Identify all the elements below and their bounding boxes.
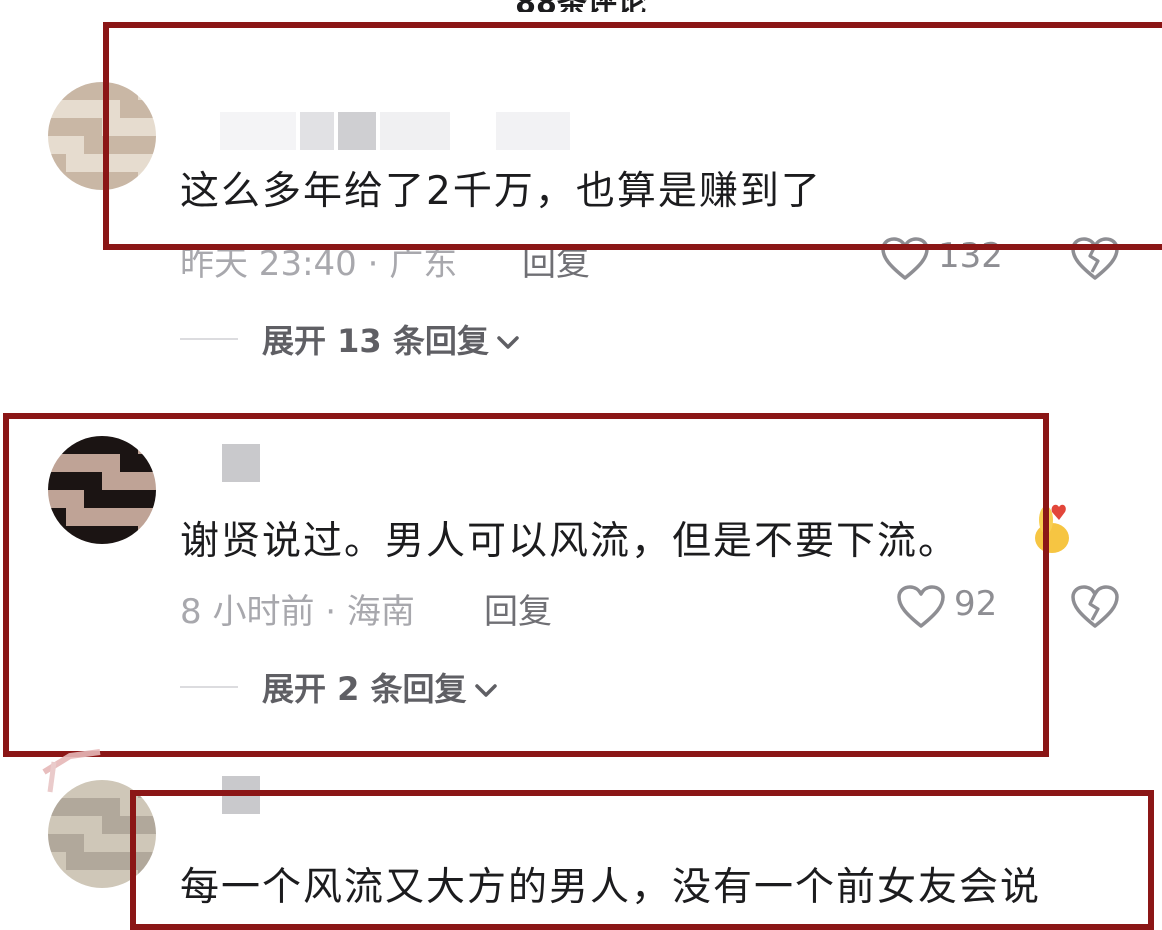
username-redacted[interactable]	[222, 776, 260, 814]
avatar-mosaic-tile	[102, 870, 120, 888]
avatar-mosaic-tile	[120, 852, 138, 870]
avatar-mosaic-tile	[84, 816, 102, 834]
avatar-mosaic-tile	[138, 870, 156, 888]
avatar-mosaic-tile	[102, 852, 120, 870]
avatar-mosaic-tile	[48, 834, 66, 852]
avatar-mosaic-tile	[138, 852, 156, 870]
avatar-mosaic-tile	[138, 798, 156, 816]
avatar-mosaic-tile	[66, 816, 84, 834]
avatar-mosaic-tile	[120, 870, 138, 888]
avatar-mosaic-tile	[138, 816, 156, 834]
avatar-mosaic-tile	[66, 870, 84, 888]
avatar-mosaic-tile	[84, 870, 102, 888]
avatar-mosaic-tile	[138, 834, 156, 852]
avatar-mosaic-tile	[48, 870, 66, 888]
comment-text: 每一个风流又大方的男人，没有一个前女友会说	[180, 865, 1042, 910]
avatar-mosaic-tile	[84, 852, 102, 870]
avatar-mosaic-tile	[120, 780, 138, 798]
avatar-mosaic-tile	[120, 798, 138, 816]
watermark-stamp	[42, 749, 101, 793]
avatar-mosaic-tile	[120, 834, 138, 852]
avatar-mosaic-tile	[48, 816, 66, 834]
avatar-mosaic-tile	[120, 816, 138, 834]
avatar-mosaic-tile	[84, 834, 102, 852]
avatar-mosaic-tile	[66, 834, 84, 852]
avatar-mosaic-tile	[102, 834, 120, 852]
avatar-mosaic-tile	[138, 780, 156, 798]
avatar-mosaic-tile	[48, 852, 66, 870]
avatar-mosaic-tile	[102, 816, 120, 834]
comment-item: 每一个风流又大方的男人，没有一个前女友会说	[0, 0, 1162, 915]
avatar-mosaic-tile	[66, 852, 84, 870]
